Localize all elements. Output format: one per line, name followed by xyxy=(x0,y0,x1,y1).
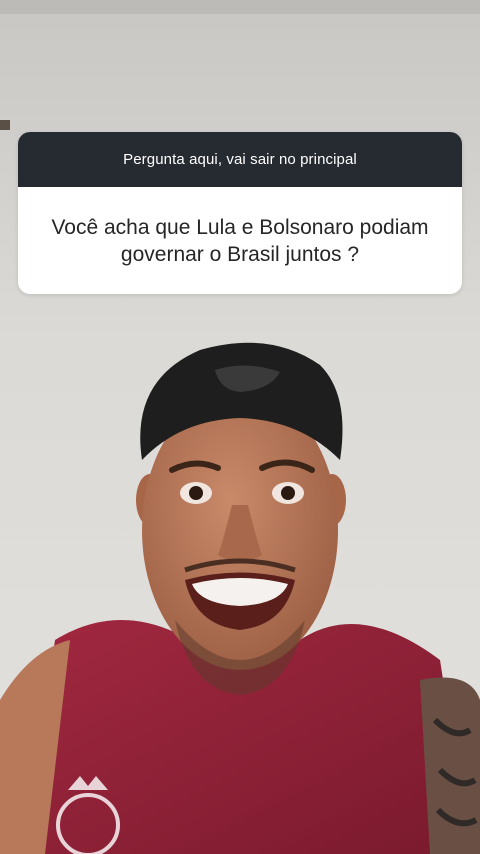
question-sticker[interactable]: Pergunta aqui, vai sair no principal Voc… xyxy=(18,132,462,294)
question-prompt-label: Pergunta aqui, vai sair no principal xyxy=(123,151,357,168)
story-background-photo xyxy=(0,0,480,854)
question-body: Você acha que Lula e Bolsonaro podiam go… xyxy=(18,187,462,294)
question-text: Você acha que Lula e Bolsonaro podiam go… xyxy=(51,215,429,266)
question-prompt-header: Pergunta aqui, vai sair no principal xyxy=(18,132,462,187)
